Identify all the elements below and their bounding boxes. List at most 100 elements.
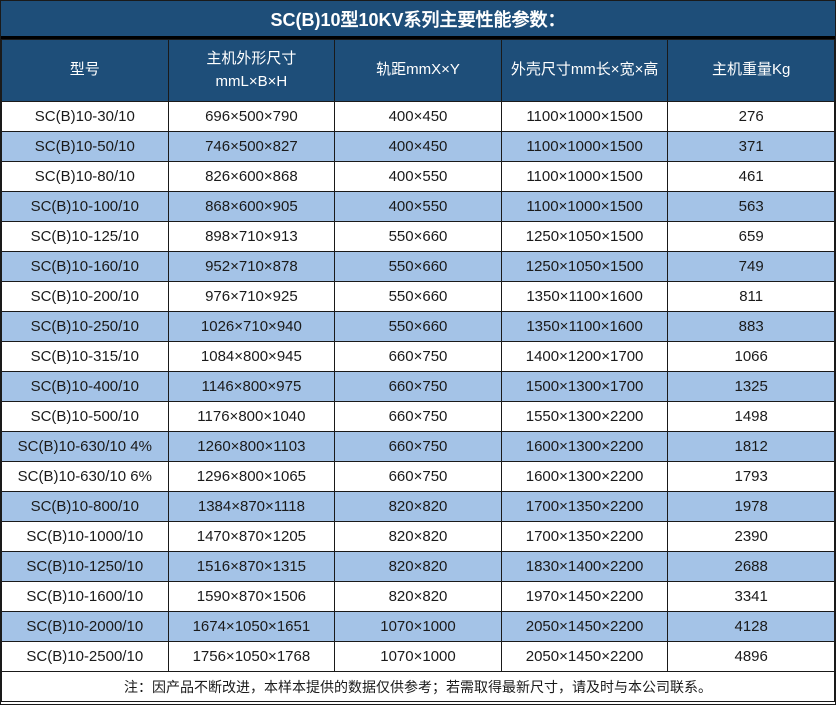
header-row: 型号 主机外形尺寸 mmL×B×H 轨距mmX×Y 外壳尺寸mm长×宽×高 主机… bbox=[2, 40, 835, 102]
cell-track-gauge: 400×450 bbox=[335, 102, 502, 132]
page-title: SC(B)10型10KV系列主要性能参数： bbox=[1, 1, 835, 39]
cell-weight: 563 bbox=[668, 192, 835, 222]
cell-track-gauge: 550×660 bbox=[335, 312, 502, 342]
cell-dimensions: 1674×1050×1651 bbox=[168, 612, 335, 642]
cell-shell-size: 1100×1000×1500 bbox=[501, 162, 668, 192]
table-row: SC(B)10-2000/101674×1050×16511070×100020… bbox=[2, 612, 835, 642]
cell-dimensions: 1260×800×1103 bbox=[168, 432, 335, 462]
table-row: SC(B)10-50/10746×500×827400×4501100×1000… bbox=[2, 132, 835, 162]
cell-dimensions: 1146×800×975 bbox=[168, 372, 335, 402]
cell-dimensions: 1176×800×1040 bbox=[168, 402, 335, 432]
cell-dimensions: 952×710×878 bbox=[168, 252, 335, 282]
cell-shell-size: 1500×1300×1700 bbox=[501, 372, 668, 402]
cell-track-gauge: 660×750 bbox=[335, 402, 502, 432]
cell-shell-size: 1100×1000×1500 bbox=[501, 132, 668, 162]
col-header-dimensions-sublabel: mmL×B×H bbox=[169, 71, 335, 94]
cell-shell-size: 1250×1050×1500 bbox=[501, 222, 668, 252]
table-row: SC(B)10-200/10976×710×925550×6601350×110… bbox=[2, 282, 835, 312]
cell-weight: 4128 bbox=[668, 612, 835, 642]
col-header-model-label: 型号 bbox=[2, 59, 168, 82]
cell-shell-size: 1550×1300×2200 bbox=[501, 402, 668, 432]
table-row: SC(B)10-250/101026×710×940550×6601350×11… bbox=[2, 312, 835, 342]
cell-shell-size: 1600×1300×2200 bbox=[501, 432, 668, 462]
table-row: SC(B)10-315/101084×800×945660×7501400×12… bbox=[2, 342, 835, 372]
cell-track-gauge: 660×750 bbox=[335, 432, 502, 462]
cell-track-gauge: 1070×1000 bbox=[335, 642, 502, 672]
cell-model: SC(B)10-1000/10 bbox=[2, 522, 169, 552]
table-row: SC(B)10-800/101384×870×1118820×8201700×1… bbox=[2, 492, 835, 522]
cell-weight: 461 bbox=[668, 162, 835, 192]
cell-track-gauge: 400×550 bbox=[335, 192, 502, 222]
cell-dimensions: 1516×870×1315 bbox=[168, 552, 335, 582]
cell-model: SC(B)10-630/10 6% bbox=[2, 462, 169, 492]
cell-dimensions: 1756×1050×1768 bbox=[168, 642, 335, 672]
col-header-model: 型号 bbox=[2, 40, 169, 102]
cell-track-gauge: 400×450 bbox=[335, 132, 502, 162]
cell-shell-size: 1250×1050×1500 bbox=[501, 252, 668, 282]
cell-dimensions: 746×500×827 bbox=[168, 132, 335, 162]
table-row: SC(B)10-100/10868×600×905400×5501100×100… bbox=[2, 192, 835, 222]
cell-shell-size: 2050×1450×2200 bbox=[501, 642, 668, 672]
cell-model: SC(B)10-800/10 bbox=[2, 492, 169, 522]
cell-dimensions: 1470×870×1205 bbox=[168, 522, 335, 552]
cell-weight: 3341 bbox=[668, 582, 835, 612]
cell-shell-size: 1350×1100×1600 bbox=[501, 312, 668, 342]
cell-track-gauge: 820×820 bbox=[335, 552, 502, 582]
cell-shell-size: 1970×1450×2200 bbox=[501, 582, 668, 612]
cell-model: SC(B)10-160/10 bbox=[2, 252, 169, 282]
table-row: SC(B)10-630/10 6%1296×800×1065660×750160… bbox=[2, 462, 835, 492]
cell-model: SC(B)10-200/10 bbox=[2, 282, 169, 312]
table-header: 型号 主机外形尺寸 mmL×B×H 轨距mmX×Y 外壳尺寸mm长×宽×高 主机… bbox=[2, 40, 835, 102]
cell-shell-size: 1100×1000×1500 bbox=[501, 192, 668, 222]
cell-dimensions: 696×500×790 bbox=[168, 102, 335, 132]
cell-model: SC(B)10-500/10 bbox=[2, 402, 169, 432]
cell-weight: 1978 bbox=[668, 492, 835, 522]
table-row: SC(B)10-125/10898×710×913550×6601250×105… bbox=[2, 222, 835, 252]
cell-dimensions: 898×710×913 bbox=[168, 222, 335, 252]
col-header-track-gauge: 轨距mmX×Y bbox=[335, 40, 502, 102]
cell-dimensions: 1084×800×945 bbox=[168, 342, 335, 372]
cell-weight: 2688 bbox=[668, 552, 835, 582]
cell-shell-size: 1400×1200×1700 bbox=[501, 342, 668, 372]
cell-dimensions: 1296×800×1065 bbox=[168, 462, 335, 492]
cell-track-gauge: 660×750 bbox=[335, 372, 502, 402]
table-row: SC(B)10-1250/101516×870×1315820×8201830×… bbox=[2, 552, 835, 582]
cell-model: SC(B)10-2500/10 bbox=[2, 642, 169, 672]
cell-track-gauge: 660×750 bbox=[335, 342, 502, 372]
col-header-weight: 主机重量Kg bbox=[668, 40, 835, 102]
cell-shell-size: 2050×1450×2200 bbox=[501, 612, 668, 642]
cell-weight: 4896 bbox=[668, 642, 835, 672]
cell-track-gauge: 660×750 bbox=[335, 462, 502, 492]
cell-weight: 1812 bbox=[668, 432, 835, 462]
spec-table: 型号 主机外形尺寸 mmL×B×H 轨距mmX×Y 外壳尺寸mm长×宽×高 主机… bbox=[1, 39, 835, 702]
cell-weight: 1793 bbox=[668, 462, 835, 492]
table-row: SC(B)10-80/10826×600×868400×5501100×1000… bbox=[2, 162, 835, 192]
cell-track-gauge: 1070×1000 bbox=[335, 612, 502, 642]
cell-model: SC(B)10-125/10 bbox=[2, 222, 169, 252]
cell-model: SC(B)10-2000/10 bbox=[2, 612, 169, 642]
cell-shell-size: 1700×1350×2200 bbox=[501, 522, 668, 552]
cell-model: SC(B)10-250/10 bbox=[2, 312, 169, 342]
cell-weight: 276 bbox=[668, 102, 835, 132]
cell-track-gauge: 550×660 bbox=[335, 282, 502, 312]
cell-shell-size: 1600×1300×2200 bbox=[501, 462, 668, 492]
cell-track-gauge: 820×820 bbox=[335, 522, 502, 552]
cell-weight: 1498 bbox=[668, 402, 835, 432]
cell-model: SC(B)10-1250/10 bbox=[2, 552, 169, 582]
col-header-track-gauge-label: 轨距mmX×Y bbox=[335, 59, 501, 82]
cell-shell-size: 1700×1350×2200 bbox=[501, 492, 668, 522]
cell-model: SC(B)10-100/10 bbox=[2, 192, 169, 222]
col-header-shell-size-label: 外壳尺寸mm长×宽×高 bbox=[502, 59, 668, 82]
cell-dimensions: 1590×870×1506 bbox=[168, 582, 335, 612]
table-row: SC(B)10-1600/101590×870×1506820×8201970×… bbox=[2, 582, 835, 612]
cell-dimensions: 868×600×905 bbox=[168, 192, 335, 222]
cell-weight: 659 bbox=[668, 222, 835, 252]
cell-track-gauge: 550×660 bbox=[335, 222, 502, 252]
col-header-weight-label: 主机重量Kg bbox=[668, 59, 834, 82]
cell-model: SC(B)10-630/10 4% bbox=[2, 432, 169, 462]
cell-weight: 1325 bbox=[668, 372, 835, 402]
cell-shell-size: 1100×1000×1500 bbox=[501, 102, 668, 132]
cell-shell-size: 1830×1400×2200 bbox=[501, 552, 668, 582]
cell-dimensions: 826×600×868 bbox=[168, 162, 335, 192]
col-header-dimensions: 主机外形尺寸 mmL×B×H bbox=[168, 40, 335, 102]
